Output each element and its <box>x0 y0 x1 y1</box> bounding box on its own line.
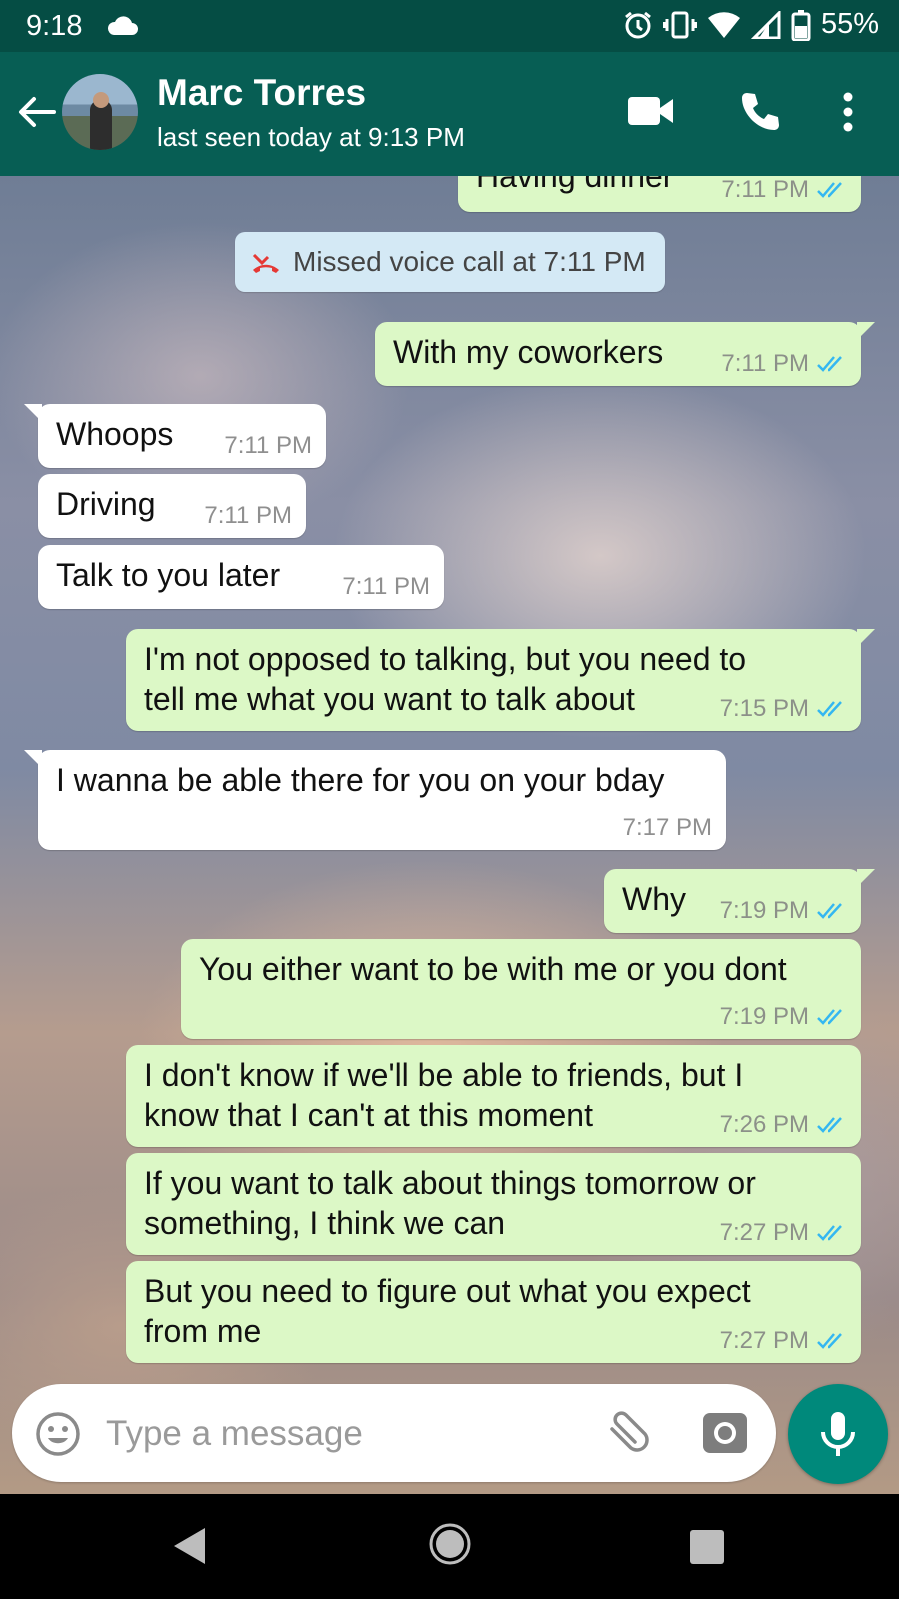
camera-icon[interactable] <box>702 1410 748 1456</box>
more-options-icon[interactable] <box>842 92 854 132</box>
message-time: 7:11 PM <box>224 432 312 459</box>
message-outgoing[interactable]: I don't know if we'll be able to friends… <box>126 1045 861 1147</box>
voice-message-button[interactable] <box>788 1384 888 1484</box>
avatar[interactable] <box>62 74 138 150</box>
last-seen-status: last seen today at 9:13 PM <box>157 122 465 152</box>
wifi-icon <box>707 11 740 38</box>
message-incoming[interactable]: Talk to you later 7:11 PM <box>38 545 444 609</box>
message-outgoing[interactable]: If you want to talk about things tomorro… <box>126 1153 861 1255</box>
signal-icon <box>750 10 781 39</box>
battery-icon <box>791 9 811 41</box>
message-incoming[interactable]: I wanna be able there for you on your bd… <box>24 750 726 850</box>
message-incoming[interactable]: Driving 7:11 PM <box>38 474 306 538</box>
vibrate-icon <box>662 11 697 38</box>
message-incoming[interactable]: Whoops 7:11 PM <box>24 404 326 468</box>
chat-messages[interactable]: Having dinner 7:11 PM Missed voice call … <box>0 176 899 1494</box>
message-text-line: I don't know if we'll be able to friends… <box>144 1057 744 1093</box>
back-arrow-icon[interactable] <box>14 90 58 134</box>
read-ticks-icon <box>817 1117 842 1133</box>
status-icons: 55% <box>623 8 879 41</box>
microphone-icon <box>821 1412 855 1456</box>
message-time: 7:27 PM <box>719 1219 809 1246</box>
message-text: Talk to you later <box>56 557 281 593</box>
message-time: 7:11 PM <box>721 176 809 203</box>
nav-recents-icon[interactable] <box>690 1530 724 1564</box>
message-outgoing[interactable]: I'm not opposed to talking, but you need… <box>126 629 875 731</box>
message-outgoing[interactable]: Having dinner 7:11 PM <box>458 176 861 212</box>
read-ticks-icon <box>817 182 842 198</box>
message-time: 7:11 PM <box>204 502 292 529</box>
message-text-line: tell me what you want to talk about <box>144 681 635 717</box>
read-ticks-icon <box>817 701 842 717</box>
message-outgoing[interactable]: You either want to be with me or you don… <box>181 939 861 1039</box>
system-navigation-bar <box>0 1494 899 1599</box>
message-text-line: But you need to figure out what you expe… <box>144 1273 751 1309</box>
message-outgoing[interactable]: But you need to figure out what you expe… <box>126 1261 861 1363</box>
message-text-line: from me <box>144 1313 262 1349</box>
message-text-line: I'm not opposed to talking, but you need… <box>144 641 747 677</box>
message-input[interactable] <box>104 1406 558 1462</box>
message-text-line: know that I can't at this moment <box>144 1097 593 1133</box>
missed-call-icon <box>252 253 279 273</box>
read-ticks-icon <box>817 356 842 372</box>
message-time: 7:26 PM <box>719 1111 809 1138</box>
message-text: I wanna be able there for you on your bd… <box>56 762 665 798</box>
message-text: You either want to be with me or you don… <box>199 951 787 987</box>
message-time: 7:11 PM <box>342 573 430 600</box>
message-text: Why <box>622 881 686 917</box>
phone-call-icon[interactable] <box>738 90 782 134</box>
message-text-line: something, I think we can <box>144 1205 506 1241</box>
read-ticks-icon <box>817 1333 842 1349</box>
nav-back-icon[interactable] <box>172 1526 206 1566</box>
contact-name[interactable]: Marc Torres <box>157 72 366 114</box>
read-ticks-icon <box>817 1009 842 1025</box>
message-time: 7:19 PM <box>719 1003 809 1030</box>
missed-call-notice: Missed voice call at 7:11 PM <box>235 232 665 292</box>
missed-call-text: Missed voice call at 7:11 PM <box>293 246 646 277</box>
status-bar: 9:18 55% <box>0 0 899 52</box>
video-call-icon[interactable] <box>628 96 674 126</box>
message-time: 7:11 PM <box>721 350 809 377</box>
message-text: Driving <box>56 486 156 522</box>
message-text: Having dinner <box>476 176 674 194</box>
nav-home-icon[interactable] <box>428 1522 472 1566</box>
attach-icon[interactable] <box>602 1408 652 1458</box>
message-text: With my coworkers <box>393 334 664 370</box>
alarm-icon <box>625 11 651 38</box>
chat-header: Marc Torres last seen today at 9:13 PM <box>0 52 899 176</box>
battery-level: 55% <box>820 8 879 40</box>
message-time: 7:27 PM <box>719 1327 809 1354</box>
message-time: 7:15 PM <box>719 695 809 722</box>
message-composer <box>12 1384 776 1482</box>
emoji-icon[interactable] <box>34 1410 82 1458</box>
message-time: 7:17 PM <box>622 814 712 841</box>
status-time: 9:18 <box>26 10 83 42</box>
cloud-icon <box>107 16 138 35</box>
message-outgoing[interactable]: Why 7:19 PM <box>604 869 875 933</box>
read-ticks-icon <box>817 903 842 919</box>
read-ticks-icon <box>817 1225 842 1241</box>
message-text: Whoops <box>56 416 174 452</box>
message-text-line: If you want to talk about things tomorro… <box>144 1165 756 1201</box>
message-outgoing[interactable]: With my coworkers 7:11 PM <box>375 322 875 386</box>
message-time: 7:19 PM <box>719 897 809 924</box>
